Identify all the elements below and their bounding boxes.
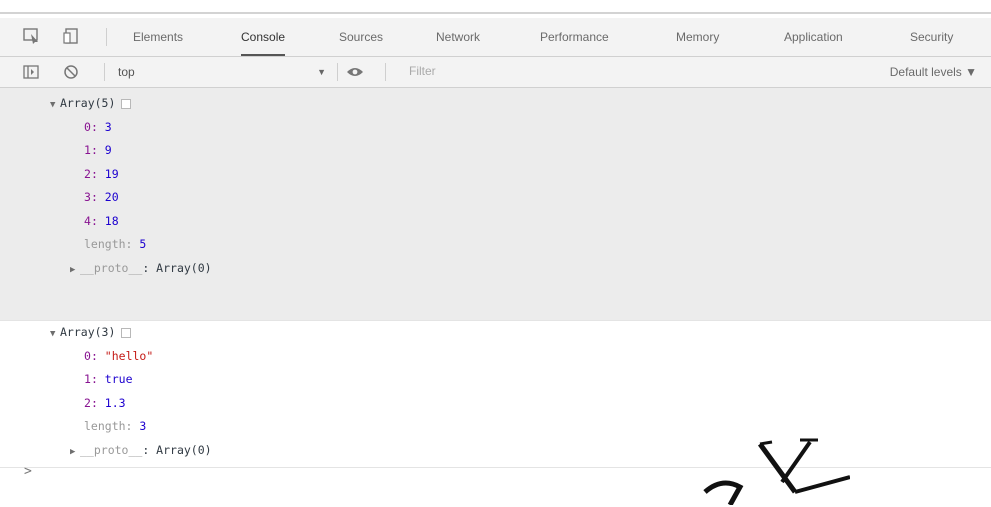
tab-network[interactable]: Network <box>436 18 480 56</box>
toolbar-divider <box>385 63 386 81</box>
filter-input[interactable] <box>403 60 835 82</box>
list-item: 0: 3 <box>0 116 991 140</box>
property-value: 18 <box>104 213 119 228</box>
separator: : <box>125 419 140 433</box>
tab-performance[interactable]: Performance <box>540 18 609 56</box>
log-levels-dropdown[interactable]: Default levels ▼ <box>890 61 977 83</box>
property-value: 3 <box>139 419 147 433</box>
property-value: 19 <box>104 166 119 181</box>
context-selector-value: top <box>118 65 135 79</box>
property-value: Array(0) <box>156 260 212 275</box>
list-item: 0: "hello" <box>0 345 991 369</box>
separator: : <box>90 190 105 204</box>
console-message: ▼ Array(5) 0: 3 1: 9 2: 19 3: 20 4: 18 le… <box>0 88 991 321</box>
property-value: 20 <box>104 190 119 204</box>
object-header[interactable]: ▼ Array(5) <box>0 92 991 116</box>
tab-elements[interactable]: Elements <box>133 18 183 56</box>
separator: : <box>90 166 105 181</box>
length-row: length: 5 <box>0 233 991 257</box>
property-key: 3 <box>84 190 91 204</box>
property-key: 0 <box>84 348 91 363</box>
expand-triangle-icon[interactable]: ▼ <box>50 323 60 347</box>
list-item: 2: 19 <box>0 163 991 187</box>
toolbar-divider <box>337 63 338 81</box>
property-value: true <box>104 372 133 386</box>
separator: : <box>90 143 105 157</box>
separator: : <box>90 395 105 410</box>
property-key: 0 <box>84 119 91 134</box>
list-item: 4: 18 <box>0 210 991 234</box>
chevron-down-icon: ▼ <box>317 67 326 77</box>
separator: : <box>90 348 105 363</box>
property-key: __proto__ <box>80 442 143 457</box>
watermark-glyph <box>703 438 850 505</box>
property-key: 1 <box>84 143 91 157</box>
separator: : <box>125 237 140 251</box>
info-icon <box>121 327 132 338</box>
tab-security[interactable]: Security <box>910 18 953 56</box>
property-key: length <box>84 237 126 251</box>
property-key: 1 <box>84 372 91 386</box>
object-preview: Array(3) <box>60 325 116 339</box>
property-value: 1.3 <box>104 395 126 410</box>
context-selector[interactable]: top ▼ <box>118 61 330 83</box>
separator: : <box>142 260 157 275</box>
separator: : <box>90 119 105 134</box>
sidebar-toggle-icon[interactable] <box>22 63 40 81</box>
tab-bar-divider <box>106 28 107 46</box>
expand-triangle-icon[interactable]: ▶ <box>70 259 80 283</box>
list-item: 2: 1.3 <box>0 392 991 416</box>
expand-triangle-icon[interactable]: ▼ <box>50 94 60 118</box>
clear-console-icon[interactable] <box>62 63 80 81</box>
property-key: 2 <box>84 166 91 181</box>
property-key: __proto__ <box>80 260 143 275</box>
property-value: 9 <box>104 143 112 157</box>
list-item: 1: 9 <box>0 139 991 163</box>
property-key: 4 <box>84 213 91 228</box>
separator: : <box>90 213 105 228</box>
info-icon <box>121 98 132 109</box>
property-value: 3 <box>104 119 112 134</box>
separator: : <box>142 442 157 457</box>
property-value: "hello" <box>104 348 154 363</box>
tab-application[interactable]: Application <box>784 18 843 56</box>
devtools-tab-bar: Elements Console Sources Network Perform… <box>0 18 991 57</box>
tab-memory[interactable]: Memory <box>676 18 719 56</box>
property-key: 2 <box>84 395 91 410</box>
proto-row[interactable]: ▶ __proto__: Array(0) <box>0 257 991 281</box>
list-item: 1: true <box>0 368 991 392</box>
tab-sources[interactable]: Sources <box>339 18 383 56</box>
property-value: 5 <box>139 237 147 251</box>
object-header[interactable]: ▼ Array(3) <box>0 321 991 345</box>
toolbar-divider <box>104 63 105 81</box>
expand-triangle-icon[interactable]: ▶ <box>70 441 80 465</box>
eye-icon[interactable] <box>346 63 364 81</box>
inspect-element-icon[interactable] <box>22 27 42 45</box>
separator: : <box>90 372 105 386</box>
device-toolbar-icon[interactable] <box>62 27 82 45</box>
property-key: length <box>84 419 126 433</box>
console-prompt[interactable]: > <box>24 464 32 479</box>
object-preview: Array(5) <box>60 96 116 110</box>
console-toolbar: top ▼ Default levels ▼ <box>0 57 991 88</box>
property-value: Array(0) <box>156 442 212 457</box>
tab-console[interactable]: Console <box>241 18 286 56</box>
list-item: 3: 20 <box>0 186 991 210</box>
